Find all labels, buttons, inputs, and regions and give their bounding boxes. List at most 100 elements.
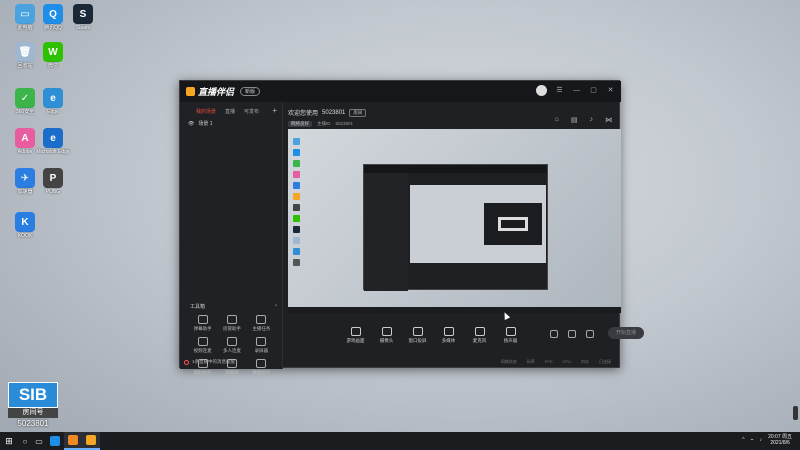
tool-label: 视频连麦 — [193, 348, 212, 353]
mini-desktop-icon — [293, 204, 300, 211]
record-icon[interactable] — [550, 330, 558, 338]
share-icon[interactable]: ⋈ — [605, 116, 612, 124]
tray-arrow-icon[interactable]: ^ — [742, 437, 744, 443]
tool-icon — [197, 315, 208, 324]
bell-icon[interactable]: ♪ — [590, 116, 594, 124]
sub-item-1: 主播ID — [317, 121, 331, 126]
desktop-app-icon: P — [43, 168, 63, 188]
status-item: 已连接 — [599, 359, 611, 364]
tab-publish[interactable]: 可发布 — [244, 108, 259, 118]
desktop-app-icon: e — [43, 88, 63, 108]
tool-icon — [256, 359, 267, 368]
toolbox-more-icon[interactable]: ◔ — [274, 303, 277, 310]
tool-item[interactable]: 弹幕助手 — [188, 315, 217, 332]
toolbox-header: 工具箱 ◔ — [180, 303, 283, 310]
tool-item[interactable]: 主播任务 — [247, 315, 276, 332]
room-number: 5023801 — [322, 109, 346, 116]
left-tabs: 我的场景 直播 可发布 — [180, 102, 282, 118]
desktop-icon[interactable]: e Microsoft Edge — [36, 128, 70, 155]
taskbar-app-icon — [86, 435, 96, 445]
tool-item[interactable]: 数据统计 — [247, 359, 276, 376]
tool-label: 数据统计 — [252, 370, 271, 375]
source-control[interactable]: 扬声器 — [495, 327, 526, 344]
notice-text: 1条直播中的消息提醒 — [192, 359, 236, 364]
desktop-icon-label: 加速器 — [17, 189, 33, 195]
mask-icon[interactable] — [568, 330, 576, 338]
shop-icon[interactable]: ▤ — [571, 116, 578, 124]
network-icon[interactable]: ⌁ — [751, 437, 754, 443]
source-control[interactable]: 多媒体 — [433, 327, 464, 344]
tab-live[interactable]: 直播 — [225, 108, 235, 118]
user-avatar[interactable] — [536, 85, 547, 96]
mini-desktop-icon — [293, 160, 300, 167]
maximize-icon[interactable]: ▢ — [589, 86, 598, 95]
taskbar-app-icon — [68, 435, 78, 445]
add-scene-icon[interactable]: + — [272, 106, 277, 115]
close-icon[interactable]: ✕ — [606, 86, 615, 95]
scroll-thumb[interactable] — [793, 406, 798, 420]
desktop-icon[interactable]: P PUBG — [36, 168, 70, 195]
desktop-icon[interactable]: W 微信 — [36, 42, 70, 69]
settings-icon[interactable] — [586, 330, 594, 338]
source-control-label: 摄像头 — [379, 338, 394, 343]
scene-item[interactable]: 👁 场景 1 — [180, 118, 282, 128]
clock[interactable]: 20:07 周五 2021/8/6 — [768, 434, 792, 446]
menu-icon[interactable]: ☰ — [555, 86, 564, 95]
task-view-icon[interactable]: ▭ — [32, 432, 46, 450]
tab-scenes[interactable]: 我的场景 — [196, 108, 216, 118]
desktop-app-icon: 🗑 — [15, 42, 35, 62]
status-item: CPU — [562, 359, 571, 364]
source-control-icon — [474, 327, 485, 336]
source-control-icon — [443, 327, 454, 336]
source-control[interactable]: 摄像头 — [371, 327, 402, 344]
eye-icon[interactable]: 👁 — [188, 121, 194, 127]
toolbox-title: 工具箱 — [190, 304, 206, 310]
desktop-icon-label: KOOK — [17, 233, 33, 239]
source-control-label: 游戏画面 — [346, 338, 365, 343]
start-live-button[interactable]: 开始直播 — [608, 327, 644, 339]
tool-item[interactable]: 视频连麦 — [188, 337, 217, 354]
volume-icon[interactable]: ♪ — [760, 437, 763, 443]
search-icon[interactable]: ○ — [18, 432, 32, 450]
desktop-icon[interactable]: K KOOK — [8, 212, 42, 239]
source-control[interactable]: 窗口投屏 — [402, 327, 433, 344]
desktop-icon[interactable]: Q 腾讯QQ — [36, 4, 70, 31]
version-badge[interactable]: 新版 — [240, 87, 261, 96]
tool-label: 主播任务 — [252, 326, 271, 331]
source-control[interactable]: 游戏画面 — [340, 327, 371, 344]
tool-item[interactable]: 房管助手 — [217, 315, 246, 332]
source-control-label: 麦克风 — [472, 338, 487, 343]
source-control-icon — [350, 327, 361, 336]
desktop-icon[interactable]: S Steam — [66, 4, 100, 31]
source-control-icon — [381, 327, 392, 336]
tool-item[interactable]: 多人连麦 — [217, 337, 246, 354]
taskbar-apps — [46, 432, 100, 450]
scene-label: 场景 1 — [198, 121, 213, 127]
taskbar-app[interactable] — [82, 432, 100, 450]
source-control[interactable]: 麦克风 — [464, 327, 495, 344]
stream-preview[interactable] — [288, 129, 621, 313]
desktop-icon-label: 微信 — [47, 63, 58, 69]
status-item: 码率 — [526, 359, 535, 364]
notice-bar[interactable]: 1条直播中的消息提醒 — [184, 359, 235, 365]
watermark-title: SIB — [8, 382, 58, 408]
tool-icon — [197, 337, 208, 346]
tool-icon — [256, 337, 267, 346]
room-button[interactable]: 房间 — [349, 108, 367, 117]
source-control-label: 多媒体 — [441, 338, 456, 343]
start-button[interactable]: ⊞ — [0, 432, 18, 450]
room-watermark: SIB 房间号 5023801 — [8, 382, 58, 430]
gift-icon[interactable]: ⌂ — [555, 116, 559, 124]
taskbar-app[interactable] — [64, 432, 82, 450]
source-control-icon — [412, 327, 423, 336]
taskbar-app[interactable] — [46, 432, 64, 450]
tool-item[interactable]: 录屏器 — [247, 337, 276, 354]
desktop-icon[interactable]: e Edge — [36, 88, 70, 115]
watermark-subtitle: 房间号 — [8, 408, 58, 418]
minimize-icon[interactable]: — — [572, 86, 581, 95]
welcome-text: 欢迎您使用 — [288, 111, 319, 117]
source-controls: 游戏画面 摄像头 窗口投屏 多媒体 麦克风 扬声器 开始直播 — [340, 327, 673, 353]
desktop-icon-label: 此电脑 — [17, 25, 33, 31]
logo-icon — [186, 87, 195, 96]
app-name: 直播伴侣 — [198, 87, 235, 97]
